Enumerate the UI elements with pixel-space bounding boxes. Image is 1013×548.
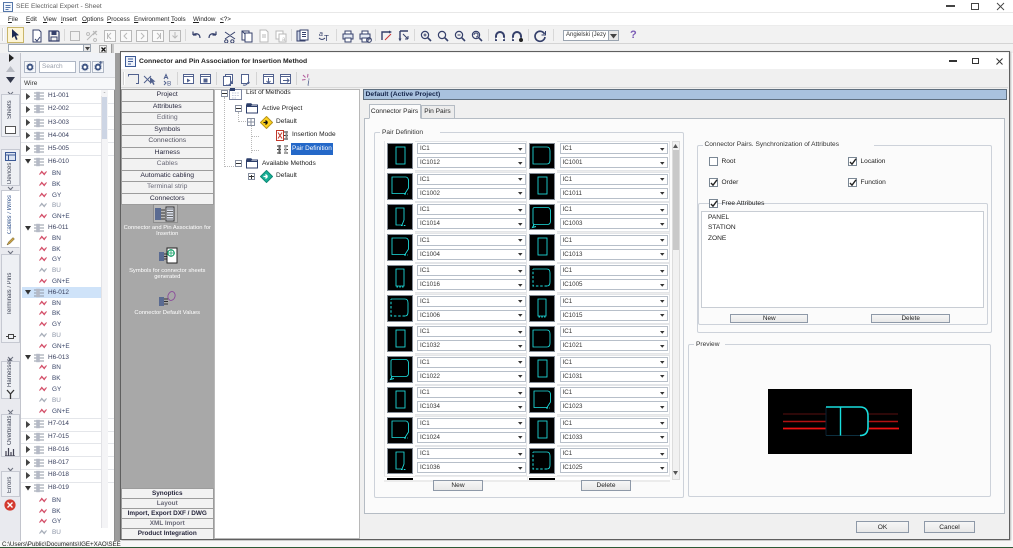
svg-text:i: i — [307, 77, 310, 86]
svg-text:a: a — [319, 31, 323, 38]
svg-text:B: B — [167, 80, 171, 86]
